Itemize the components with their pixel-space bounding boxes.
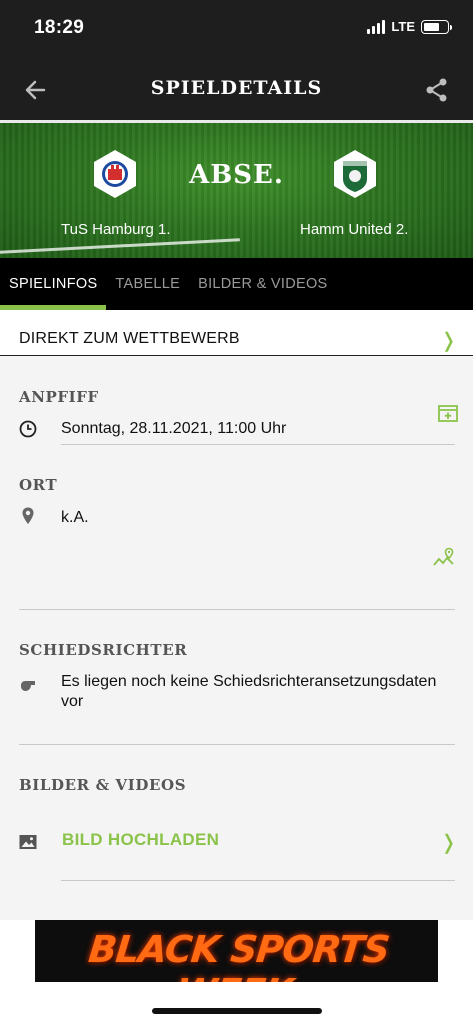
competition-link-label: DIREKT ZUM WETTBEWERB (19, 330, 240, 347)
page-title: SPIELDETAILS (150, 77, 323, 99)
ad-text: BLACK SPORTS WEEK (86, 928, 391, 982)
competition-link[interactable]: DIREKT ZUM WETTBEWERB ❭ (0, 310, 473, 356)
image-icon (19, 835, 37, 849)
referee-title: SCHIEDSRICHTER (19, 641, 188, 659)
referee-value-line2: vor (61, 693, 84, 710)
status-bar: 18:29 LTE (0, 0, 473, 58)
upload-image-label: BILD HOCHLADEN (62, 830, 220, 849)
network-label: LTE (391, 19, 415, 34)
tab-spielinfos[interactable]: SPIELINFOS (0, 258, 107, 310)
away-team-logo[interactable] (330, 149, 380, 199)
match-status: ABSE. (189, 160, 284, 190)
match-info-content: ANPFIFF Sonntag, 28.11.2021, 11:00 Uhr O… (0, 356, 473, 920)
divider (61, 880, 455, 881)
match-header: ABSE. TuS Hamburg 1. Hamm United 2. (0, 120, 473, 258)
map-pin-icon (22, 507, 34, 524)
pitch-line (0, 238, 240, 255)
kickoff-title: ANPFIFF (19, 388, 99, 406)
status-time: 18:29 (34, 17, 85, 38)
divider (61, 444, 455, 445)
battery-icon (421, 19, 452, 34)
app-bar: SPIELDETAILS (0, 58, 473, 120)
tab-tabelle[interactable]: TABELLE (106, 258, 189, 310)
share-button[interactable] (423, 76, 451, 104)
referee-value-line1: Es liegen noch keine Schiedsrichteranset… (61, 673, 437, 690)
signal-icon (367, 19, 386, 34)
kickoff-datetime: Sonntag, 28.11.2021, 11:00 Uhr (61, 420, 287, 437)
divider (19, 609, 455, 610)
tab-bar: SPIELINFOS TABELLE BILDER & VIDEOS (0, 258, 473, 310)
home-team-name[interactable]: TuS Hamburg 1. (61, 221, 171, 238)
share-icon (426, 78, 447, 102)
whistle-icon (21, 681, 35, 691)
route-map-icon[interactable] (432, 546, 456, 568)
home-indicator[interactable] (152, 1008, 322, 1014)
ad-banner[interactable]: BLACK SPORTS WEEK (35, 920, 438, 982)
location-value: k.A. (61, 509, 89, 526)
status-indicators: LTE (367, 19, 452, 34)
away-team-name[interactable]: Hamm United 2. (300, 221, 408, 238)
clock-icon (19, 420, 37, 438)
tab-bilder-videos[interactable]: BILDER & VIDEOS (189, 258, 336, 310)
chevron-right-icon: ❭ (440, 330, 457, 352)
add-to-calendar-icon[interactable] (436, 402, 460, 424)
chevron-right-icon: ❭ (440, 832, 457, 854)
media-title: BILDER & VIDEOS (19, 776, 187, 794)
divider (19, 744, 455, 745)
location-title: ORT (19, 476, 58, 494)
upload-image-button[interactable]: BILD HOCHLADEN ❭ (0, 822, 473, 862)
